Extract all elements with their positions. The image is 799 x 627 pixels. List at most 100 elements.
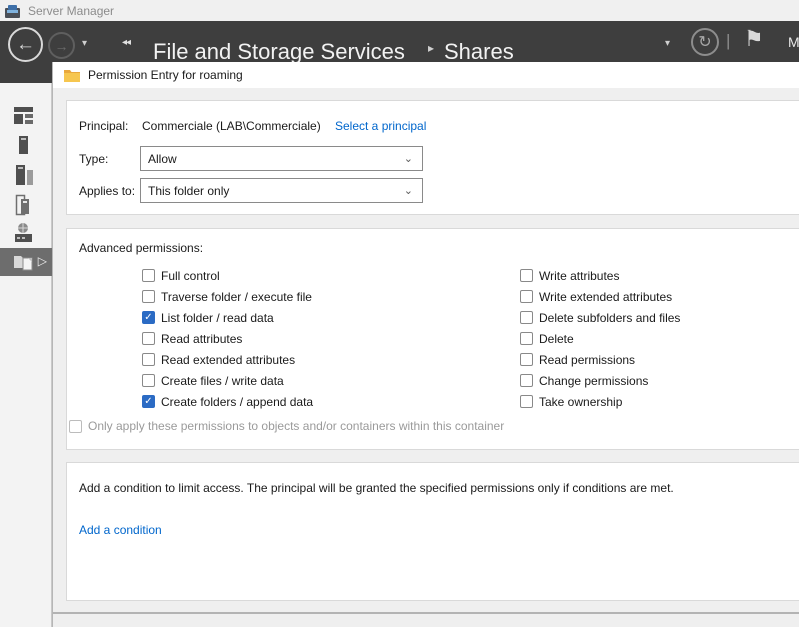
permission-label: Write attributes xyxy=(539,269,619,283)
refresh-button[interactable]: ↻ xyxy=(691,28,719,56)
permission-row: Change permissions xyxy=(520,370,680,391)
permissions-column-left: Full control Traverse folder / execute fi… xyxy=(142,265,313,412)
only-apply-checkbox[interactable] xyxy=(69,420,82,433)
permission-label: Read extended attributes xyxy=(161,353,295,367)
permission-label: Create folders / append data xyxy=(161,395,313,409)
permission-row: Delete subfolders and files xyxy=(520,307,680,328)
permission-checkbox[interactable] xyxy=(520,353,533,366)
sidebar-item-shares[interactable]: ▷ xyxy=(0,248,52,276)
permission-row: Write attributes xyxy=(520,265,680,286)
only-apply-label: Only apply these permissions to objects … xyxy=(88,419,504,433)
dialog-title: Permission Entry for roaming xyxy=(88,68,243,82)
principal-groupbox: Principal: Commerciale (LAB\Commerciale)… xyxy=(66,100,799,215)
permission-checkbox[interactable]: ✓ xyxy=(142,395,155,408)
permissions-column-right: Write attributes Write extended attribute… xyxy=(520,265,680,412)
sidebar-item-file-storage-services[interactable] xyxy=(0,220,52,246)
condition-groupbox: Add a condition to limit access. The pri… xyxy=(66,462,799,601)
history-dropdown-icon[interactable]: ▾ xyxy=(82,38,87,49)
chevron-down-icon: ⌄ xyxy=(404,184,413,197)
dialog-folder-icon xyxy=(64,69,80,82)
only-apply-row: Only apply these permissions to objects … xyxy=(69,419,504,433)
permission-entry-dialog: Permission Entry for roaming Principal: … xyxy=(52,62,799,627)
dialog-titlebar[interactable]: Permission Entry for roaming xyxy=(53,62,799,88)
manage-menu-clipped[interactable]: M xyxy=(788,34,799,50)
all-servers-icon xyxy=(13,164,34,186)
type-dropdown[interactable]: Allow ⌄ xyxy=(140,146,423,171)
principal-label: Principal: xyxy=(79,119,128,133)
permission-label: Take ownership xyxy=(539,395,622,409)
breadcrumb-page[interactable]: Shares xyxy=(444,37,514,62)
permission-checkbox[interactable]: ✓ xyxy=(142,311,155,324)
permission-row: Take ownership xyxy=(520,391,680,412)
permission-checkbox[interactable] xyxy=(520,269,533,282)
file-storage-services-icon xyxy=(13,222,34,244)
server-manager-icon xyxy=(5,4,20,18)
select-principal-link[interactable]: Select a principal xyxy=(335,119,426,133)
permission-row: Read extended attributes xyxy=(142,349,313,370)
permission-label: Traverse folder / execute file xyxy=(161,290,312,304)
permission-label: Create files / write data xyxy=(161,374,284,388)
window-titlebar: Server Manager xyxy=(0,0,799,21)
permission-row: Read attributes xyxy=(142,328,313,349)
permission-label: Read attributes xyxy=(161,332,242,346)
permission-label: Write extended attributes xyxy=(539,290,672,304)
permission-checkbox[interactable] xyxy=(520,395,533,408)
shares-folder-icon xyxy=(13,252,35,272)
permission-checkbox[interactable] xyxy=(142,353,155,366)
permission-checkbox[interactable] xyxy=(142,269,155,282)
server-manager-window: Server Manager ← → ▾ ◂◂ File and Storage… xyxy=(0,0,799,627)
permission-row: ✓ Create folders / append data xyxy=(142,391,313,412)
sidebar-item-dashboard[interactable] xyxy=(0,102,52,128)
permission-row: Read permissions xyxy=(520,349,680,370)
condition-description: Add a condition to limit access. The pri… xyxy=(79,481,674,495)
add-condition-link[interactable]: Add a condition xyxy=(79,523,162,537)
principal-value: Commerciale (LAB\Commerciale) xyxy=(142,119,321,133)
permission-label: Change permissions xyxy=(539,374,648,388)
permission-label: Delete xyxy=(539,332,574,346)
permission-checkbox[interactable] xyxy=(142,290,155,303)
permission-checkbox[interactable] xyxy=(520,332,533,345)
applies-to-label: Applies to: xyxy=(79,184,135,198)
permission-label: List folder / read data xyxy=(161,311,274,325)
permission-row: Traverse folder / execute file xyxy=(142,286,313,307)
advanced-permissions-label: Advanced permissions: xyxy=(79,241,203,255)
breadcrumb-section[interactable]: File and Storage Services xyxy=(153,37,405,62)
permission-row: ✓ List folder / read data xyxy=(142,307,313,328)
sidebar-item-servers-group[interactable] xyxy=(0,192,52,218)
chevron-down-icon: ⌄ xyxy=(404,152,413,165)
advanced-permissions-groupbox: Advanced permissions: Full control Traver… xyxy=(66,228,799,450)
window-title: Server Manager xyxy=(28,4,114,18)
dashboard-icon xyxy=(13,106,34,125)
permission-row: Delete xyxy=(520,328,680,349)
breadcrumb-collapse-icon[interactable]: ◂◂ xyxy=(122,37,130,48)
permission-checkbox[interactable] xyxy=(142,374,155,387)
local-server-icon xyxy=(13,135,34,155)
applies-to-value: This folder only xyxy=(148,184,229,198)
permission-row: Create files / write data xyxy=(142,370,313,391)
sidebar-item-all-servers[interactable] xyxy=(0,162,52,188)
dialog-footer-divider xyxy=(53,612,799,614)
permission-row: Full control xyxy=(142,265,313,286)
servers-group-icon xyxy=(13,194,34,216)
sidebar-item-local-server[interactable] xyxy=(0,132,52,158)
navigation-bar: ← → ▾ ◂◂ File and Storage Services ▸ Sha… xyxy=(0,21,799,62)
permission-checkbox[interactable] xyxy=(142,332,155,345)
permission-label: Read permissions xyxy=(539,353,635,367)
sidebar: ▷ xyxy=(0,62,52,627)
breadcrumb-separator-icon: ▸ xyxy=(428,41,434,55)
back-button[interactable]: ← xyxy=(8,27,43,62)
type-label: Type: xyxy=(79,152,108,166)
applies-to-dropdown[interactable]: This folder only ⌄ xyxy=(140,178,423,203)
forward-button[interactable]: → xyxy=(48,32,75,59)
breadcrumb-dropdown-icon[interactable]: ▾ xyxy=(665,38,670,49)
permission-checkbox[interactable] xyxy=(520,290,533,303)
permission-label: Full control xyxy=(161,269,220,283)
type-value: Allow xyxy=(148,152,177,166)
sidebar-expand-icon[interactable]: ▷ xyxy=(38,254,47,268)
permission-checkbox[interactable] xyxy=(520,374,533,387)
permission-label: Delete subfolders and files xyxy=(539,311,680,325)
toolbar-separator: | xyxy=(726,31,730,51)
navbar-corner xyxy=(0,62,52,83)
notifications-flag-icon[interactable]: ⚑ xyxy=(744,26,764,52)
permission-checkbox[interactable] xyxy=(520,311,533,324)
